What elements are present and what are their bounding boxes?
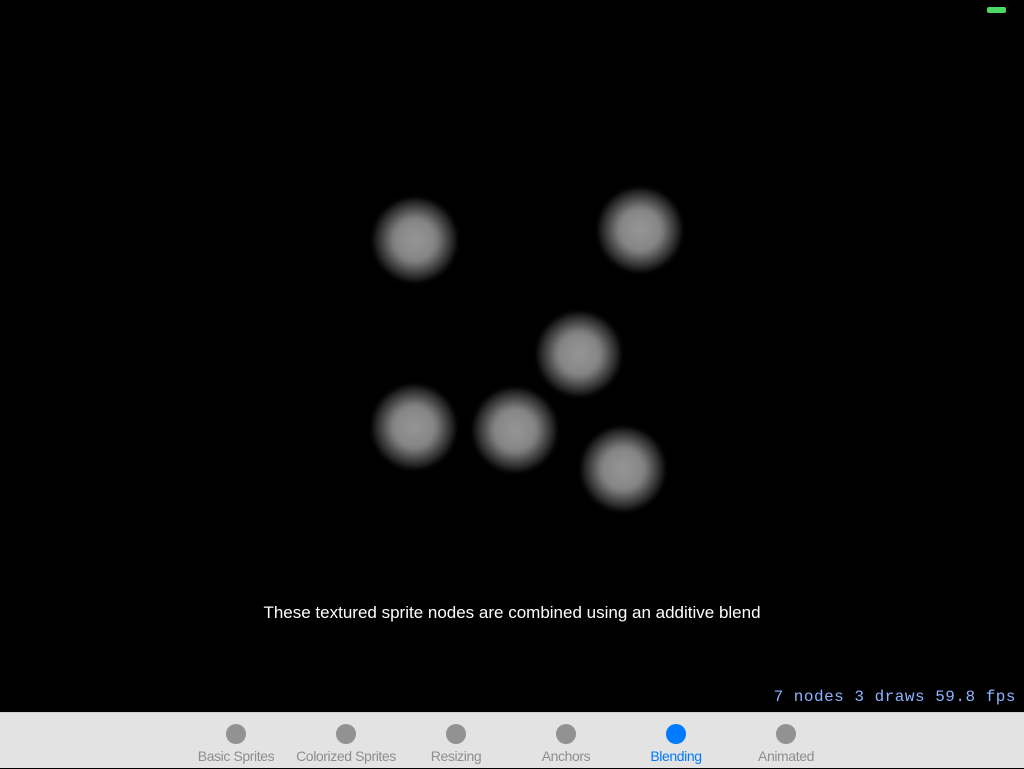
tab-resizing[interactable]: Resizing [401,713,511,769]
tab-label: Blending [650,748,702,764]
sprite-node [372,385,456,469]
sprite-node [598,188,682,272]
tab-label: Basic Sprites [197,748,275,764]
battery-icon [987,7,1006,13]
circle-icon [446,724,466,744]
tab-label: Anchors [541,748,591,764]
sprite-node [373,198,457,282]
tab-anchors[interactable]: Anchors [511,713,621,769]
sprite-node [581,427,665,511]
tab-basic-sprites[interactable]: Basic Sprites [181,713,291,769]
circle-icon [666,724,686,744]
tab-colorized-sprites[interactable]: Colorized Sprites [291,713,401,769]
tab-bar: Basic Sprites Colorized Sprites Resizing… [0,712,1024,768]
circle-icon [336,724,356,744]
tab-label: Resizing [430,748,482,764]
circle-icon [226,724,246,744]
tab-blending[interactable]: Blending [621,713,731,769]
circle-icon [776,724,796,744]
render-stats: 7 nodes 3 draws 59.8 fps [773,688,1016,706]
sprite-scene[interactable]: These textured sprite nodes are combined… [0,0,1024,712]
tab-animated[interactable]: Animated [731,713,841,769]
circle-icon [556,724,576,744]
tab-label: Colorized Sprites [296,748,396,764]
sprite-node [473,388,557,472]
scene-caption: These textured sprite nodes are combined… [263,603,761,622]
tab-label: Animated [758,748,814,764]
sprite-node [537,312,621,396]
